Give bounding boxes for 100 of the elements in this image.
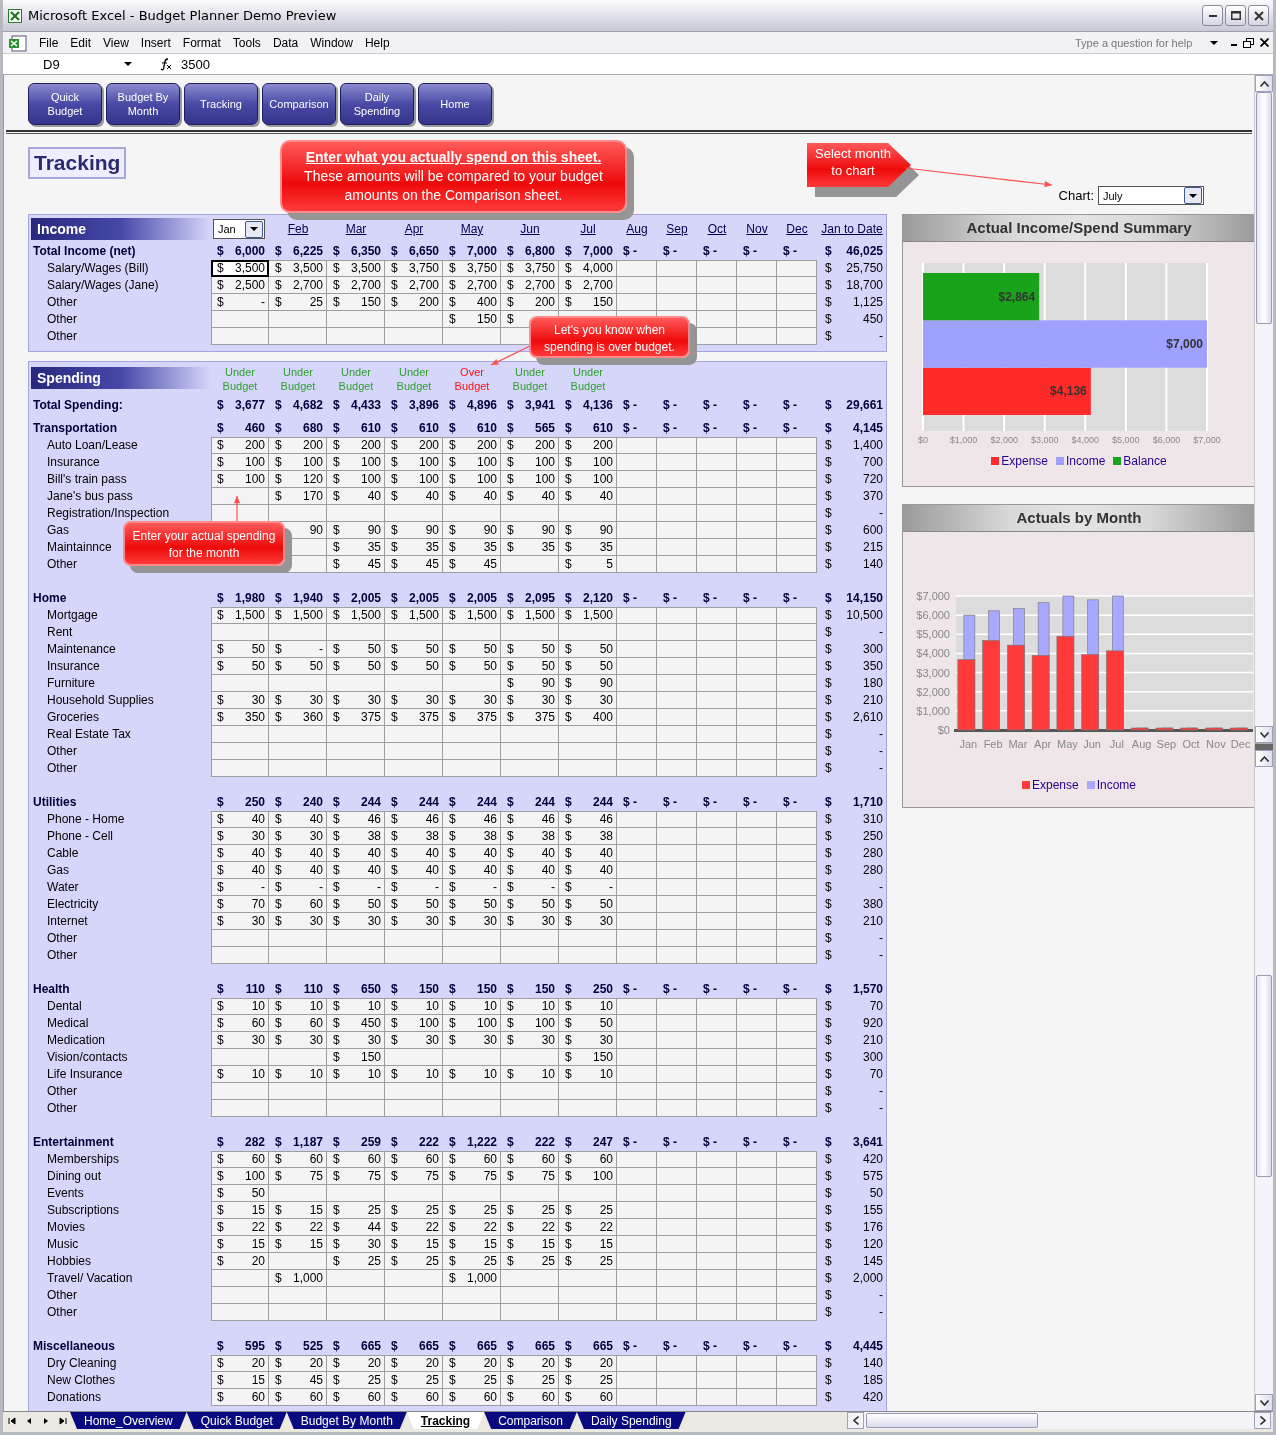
table-cell[interactable] — [657, 1066, 697, 1083]
table-cell[interactable]: $ 20 — [211, 1253, 269, 1270]
table-cell[interactable] — [269, 675, 327, 692]
table-cell[interactable]: $ 375 — [501, 709, 559, 726]
table-cell[interactable]: $ 200 — [501, 437, 559, 454]
table-cell[interactable] — [657, 522, 697, 539]
table-cell[interactable] — [697, 641, 737, 658]
table-cell[interactable] — [385, 328, 443, 345]
table-cell[interactable] — [777, 811, 817, 828]
table-cell[interactable] — [697, 1100, 737, 1117]
table-cell[interactable]: $ 3,750 — [501, 260, 559, 277]
table-cell[interactable]: $ 40 — [211, 845, 269, 862]
table-cell[interactable]: $ 50 — [559, 641, 617, 658]
table-cell[interactable]: $ 60 — [501, 1389, 559, 1406]
table-cell[interactable] — [211, 930, 269, 947]
table-cell[interactable] — [737, 896, 777, 913]
table-cell[interactable] — [501, 1270, 559, 1287]
table-cell[interactable]: $ 25 — [443, 1253, 501, 1270]
table-cell[interactable]: $ 60 — [269, 1015, 327, 1032]
table-cell[interactable] — [443, 1185, 501, 1202]
table-cell[interactable] — [657, 607, 697, 624]
table-cell[interactable]: $ - — [501, 879, 559, 896]
table-cell[interactable] — [327, 675, 385, 692]
table-cell[interactable] — [385, 930, 443, 947]
table-cell[interactable] — [617, 454, 657, 471]
table-cell[interactable] — [657, 437, 697, 454]
table-cell[interactable]: $ 20 — [501, 1355, 559, 1372]
table-cell[interactable]: $ 40 — [559, 845, 617, 862]
table-cell[interactable] — [737, 1066, 777, 1083]
table-cell[interactable]: $ 10 — [443, 1066, 501, 1083]
table-cell[interactable] — [697, 1015, 737, 1032]
table-cell[interactable]: $ 2,700 — [269, 277, 327, 294]
table-cell[interactable] — [737, 1219, 777, 1236]
table-cell[interactable] — [737, 1032, 777, 1049]
table-cell[interactable] — [617, 1389, 657, 1406]
table-cell[interactable] — [737, 692, 777, 709]
table-cell[interactable] — [777, 607, 817, 624]
table-cell[interactable]: $ 60 — [385, 1389, 443, 1406]
table-cell[interactable] — [269, 1304, 327, 1321]
table-cell[interactable]: $ 40 — [559, 862, 617, 879]
table-cell[interactable] — [211, 488, 269, 505]
table-cell[interactable] — [737, 675, 777, 692]
table-cell[interactable] — [617, 947, 657, 964]
table-cell[interactable] — [777, 488, 817, 505]
table-cell[interactable]: $ 50 — [501, 658, 559, 675]
table-cell[interactable]: $ 10 — [559, 1066, 617, 1083]
month-dropdown[interactable]: Jan — [213, 219, 265, 239]
table-cell[interactable] — [737, 845, 777, 862]
table-cell[interactable] — [697, 692, 737, 709]
table-cell[interactable]: $ 25 — [327, 1372, 385, 1389]
table-cell[interactable] — [617, 1185, 657, 1202]
table-cell[interactable]: $ 10 — [385, 998, 443, 1015]
table-cell[interactable] — [617, 913, 657, 930]
table-cell[interactable] — [657, 539, 697, 556]
table-cell[interactable]: $ 30 — [269, 692, 327, 709]
table-cell[interactable]: $ 15 — [269, 1202, 327, 1219]
table-cell[interactable] — [617, 658, 657, 675]
table-cell[interactable] — [777, 743, 817, 760]
table-cell[interactable]: $ 2,500 — [211, 277, 269, 294]
table-cell[interactable] — [617, 1049, 657, 1066]
table-cell[interactable] — [617, 1168, 657, 1185]
table-cell[interactable]: $ 10 — [327, 998, 385, 1015]
table-cell[interactable] — [269, 760, 327, 777]
table-cell[interactable] — [327, 930, 385, 947]
table-cell[interactable] — [385, 947, 443, 964]
table-cell[interactable] — [327, 1287, 385, 1304]
table-cell[interactable] — [211, 1083, 269, 1100]
minimize-icon[interactable] — [1231, 43, 1237, 46]
table-cell[interactable] — [617, 277, 657, 294]
last-tab-icon[interactable] — [59, 1417, 67, 1425]
table-cell[interactable] — [737, 641, 777, 658]
previous-tab-icon[interactable] — [25, 1417, 33, 1425]
table-cell[interactable] — [385, 1100, 443, 1117]
table-cell[interactable]: $ 200 — [211, 437, 269, 454]
table-cell[interactable] — [327, 743, 385, 760]
sheet-tab[interactable]: Daily Spending — [576, 1412, 686, 1429]
table-cell[interactable]: $ 35 — [385, 539, 443, 556]
table-cell[interactable] — [777, 522, 817, 539]
table-cell[interactable] — [327, 1270, 385, 1287]
table-cell[interactable] — [657, 1236, 697, 1253]
table-cell[interactable]: $ 50 — [501, 896, 559, 913]
table-cell[interactable] — [617, 879, 657, 896]
table-cell[interactable] — [777, 1032, 817, 1049]
table-cell[interactable]: $ 30 — [385, 692, 443, 709]
table-cell[interactable]: $ 25 — [501, 1372, 559, 1389]
table-cell[interactable]: $ 1,500 — [559, 607, 617, 624]
table-cell[interactable] — [697, 1032, 737, 1049]
help-field[interactable]: Type a question for help — [1075, 36, 1205, 49]
table-cell[interactable]: $ 15 — [501, 1236, 559, 1253]
table-cell[interactable]: $ 90 — [501, 522, 559, 539]
table-cell[interactable] — [617, 556, 657, 573]
table-cell[interactable] — [269, 1049, 327, 1066]
table-cell[interactable] — [559, 1287, 617, 1304]
table-cell[interactable]: $ 30 — [327, 692, 385, 709]
table-cell[interactable]: $ - — [385, 879, 443, 896]
table-cell[interactable]: $ 50 — [443, 641, 501, 658]
table-cell[interactable] — [737, 437, 777, 454]
table-cell[interactable]: $ 100 — [327, 471, 385, 488]
table-cell[interactable] — [657, 879, 697, 896]
table-cell[interactable]: $ 90 — [501, 675, 559, 692]
